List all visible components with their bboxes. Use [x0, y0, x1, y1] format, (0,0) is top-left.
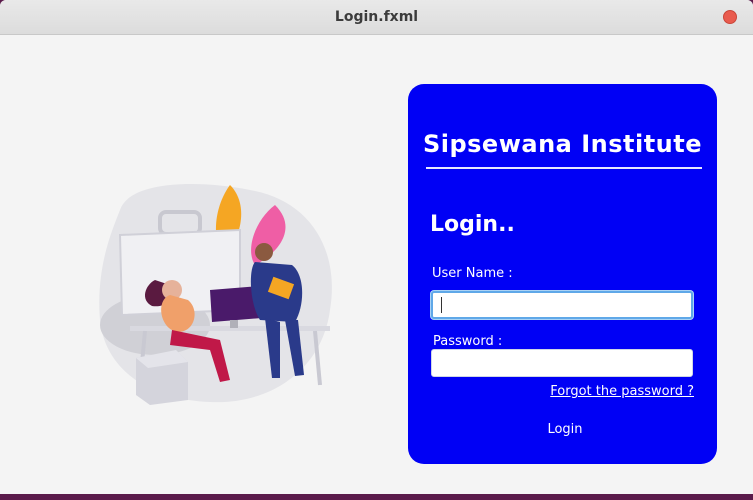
login-panel: Sipsewana Institute Login.. User Name : … — [408, 84, 717, 464]
title-bar[interactable]: Login.fxml — [0, 0, 753, 35]
text-caret — [441, 297, 442, 313]
brand-divider — [426, 167, 702, 169]
close-icon[interactable] — [723, 10, 737, 24]
password-input[interactable] — [431, 349, 693, 377]
username-input[interactable] — [431, 291, 693, 319]
app-window: Login.fxml Sipsewana Institute Login.. U… — [0, 0, 753, 500]
username-label: User Name : — [432, 266, 513, 281]
brand-title: Sipsewana Institute — [422, 130, 703, 158]
window-bottom-border — [0, 494, 753, 500]
login-button[interactable]: Login — [532, 418, 598, 440]
office-illustration — [99, 184, 332, 405]
login-heading: Login.. — [430, 212, 515, 237]
password-label: Password : — [433, 334, 503, 349]
window-title: Login.fxml — [334, 9, 419, 25]
forgot-password-link[interactable]: Forgot the password ? — [550, 384, 694, 399]
